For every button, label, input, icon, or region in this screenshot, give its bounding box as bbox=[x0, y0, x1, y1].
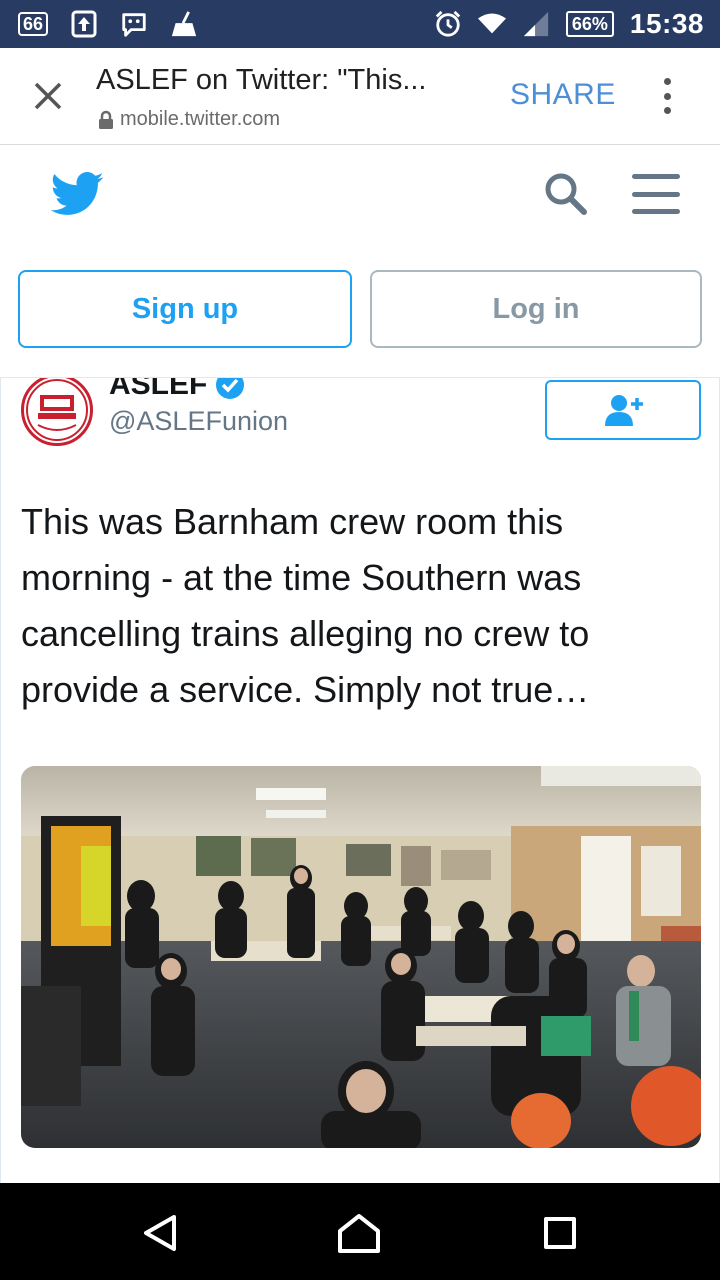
back-icon[interactable] bbox=[140, 1213, 180, 1258]
recent-apps-icon[interactable] bbox=[544, 1217, 576, 1249]
avatar[interactable] bbox=[21, 378, 93, 446]
android-navigation-bar bbox=[0, 1183, 720, 1280]
sign-up-button[interactable]: Sign up bbox=[18, 270, 352, 348]
url-text: mobile.twitter.com bbox=[120, 108, 281, 130]
tweet-author-handle[interactable]: @ASLEFunion bbox=[109, 406, 288, 437]
signal-icon bbox=[522, 10, 550, 38]
cleaner-icon bbox=[170, 10, 198, 38]
twitter-header: Sign up Log in bbox=[0, 146, 720, 378]
notification-count-badge: 66 bbox=[18, 12, 49, 36]
page-title: ASLEF on Twitter: "This... bbox=[96, 64, 427, 96]
search-icon[interactable] bbox=[544, 172, 588, 221]
wifi-icon bbox=[477, 10, 506, 38]
clock: 15:38 bbox=[629, 8, 704, 39]
custom-tab-toolbar: ASLEF on Twitter: "This... mobile.twitte… bbox=[0, 48, 720, 145]
follow-button[interactable] bbox=[545, 380, 701, 440]
home-icon[interactable] bbox=[336, 1213, 382, 1258]
twitter-bird-icon[interactable] bbox=[50, 172, 104, 221]
verified-badge-icon bbox=[216, 378, 245, 399]
hamburger-menu-icon[interactable] bbox=[632, 174, 680, 214]
more-options-icon[interactable] bbox=[652, 76, 682, 116]
url-display: mobile.twitter.com bbox=[98, 108, 280, 131]
close-icon[interactable] bbox=[28, 76, 68, 116]
alarm-icon bbox=[434, 10, 462, 38]
log-in-button[interactable]: Log in bbox=[370, 270, 702, 348]
blackberry-messenger-icon bbox=[120, 10, 148, 38]
tweet-photo[interactable] bbox=[21, 766, 701, 1148]
tweet-author-name[interactable]: ASLEF bbox=[109, 378, 245, 402]
tweet-text: This was Barnham crew room this morning … bbox=[21, 501, 590, 710]
share-button[interactable]: SHARE bbox=[510, 78, 616, 112]
lock-icon bbox=[99, 110, 113, 129]
tweet-card: ASLEF @ASLEFunion This was Barnham crew … bbox=[0, 378, 720, 1183]
author-name-text: ASLEF bbox=[109, 378, 208, 401]
add-user-icon bbox=[605, 395, 643, 426]
battery-icon: 66% bbox=[565, 11, 614, 37]
upload-icon bbox=[70, 10, 98, 38]
status-bar: 66 66% 15:38 bbox=[0, 0, 720, 48]
